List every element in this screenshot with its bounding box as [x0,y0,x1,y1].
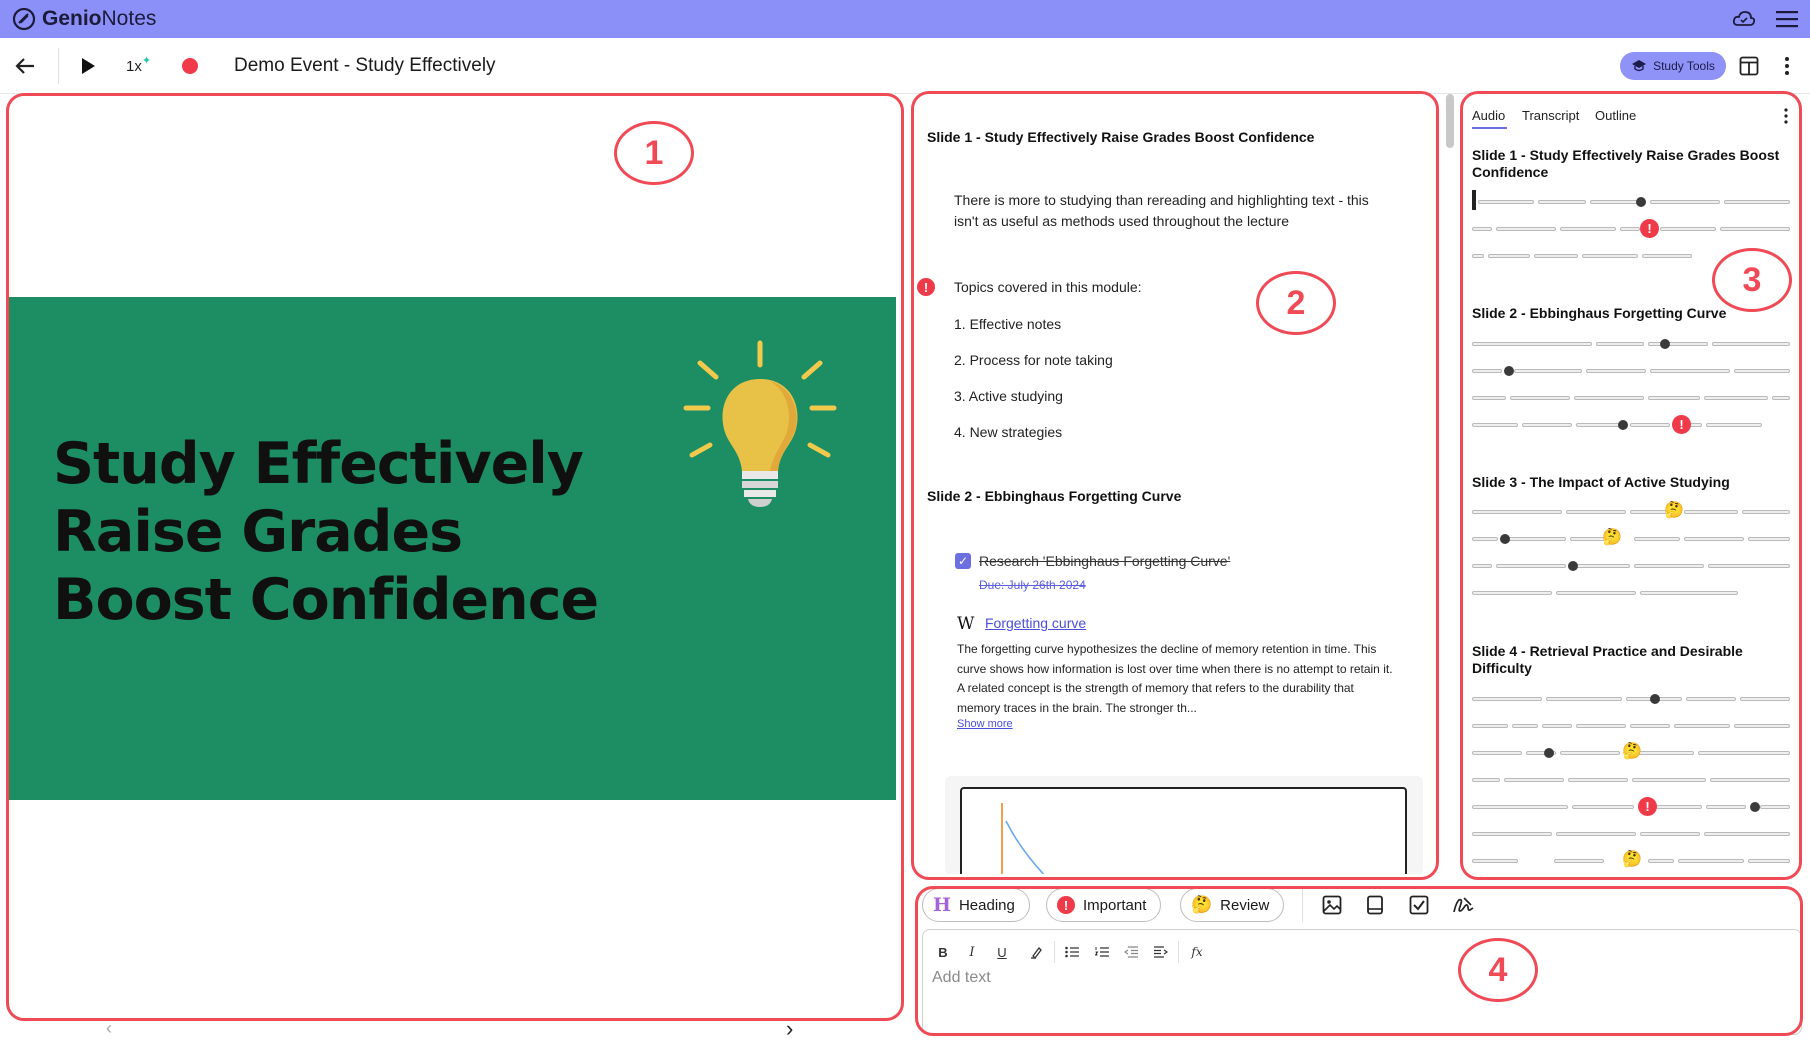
brand-notes: Notes [101,7,157,30]
divider [58,48,59,84]
more-options-button[interactable] [1784,38,1790,94]
callout-frame-4 [915,886,1803,1036]
brand-genio: Genio [42,7,102,30]
layout-icon [1739,56,1759,76]
back-arrow-icon [15,58,34,74]
app-header: GenioNotes [0,0,1810,38]
back-button[interactable] [14,38,36,94]
play-button[interactable] [80,38,96,94]
play-icon [82,58,95,74]
layout-button[interactable] [1739,38,1759,94]
cloud-sync-icon[interactable] [1732,8,1756,30]
playback-speed-button[interactable]: 1x ✦ [126,38,151,94]
genio-logo-icon [12,7,36,31]
sparkle-icon: ✦ [141,54,152,67]
callout-frame-1 [6,93,904,1021]
callout-frame-2 [911,91,1439,880]
callout-badge-3: 3 [1712,248,1792,312]
app-logo[interactable]: GenioNotes [12,6,156,32]
study-tools-button[interactable]: Study Tools [1620,52,1726,80]
session-toolbar: 1x ✦ Demo Event - Study Effectively Stud… [0,38,1810,94]
record-dot-icon [182,58,198,74]
more-vertical-icon [1785,57,1789,75]
study-tools-label: Study Tools [1653,59,1715,73]
callout-badge-2: 2 [1256,271,1336,335]
callout-badge-1: 1 [614,121,694,185]
callout-frame-3 [1460,91,1802,880]
prev-slide-button[interactable]: ‹ [106,1018,112,1039]
record-button[interactable] [182,38,198,94]
speed-label: 1x [126,57,142,75]
page-title: Demo Event - Study Effectively [234,55,496,76]
menu-icon[interactable] [1776,10,1798,28]
callout-badge-4: 4 [1458,938,1538,1002]
graduation-cap-icon [1632,60,1647,72]
notes-scrollbar[interactable] [1446,94,1454,148]
